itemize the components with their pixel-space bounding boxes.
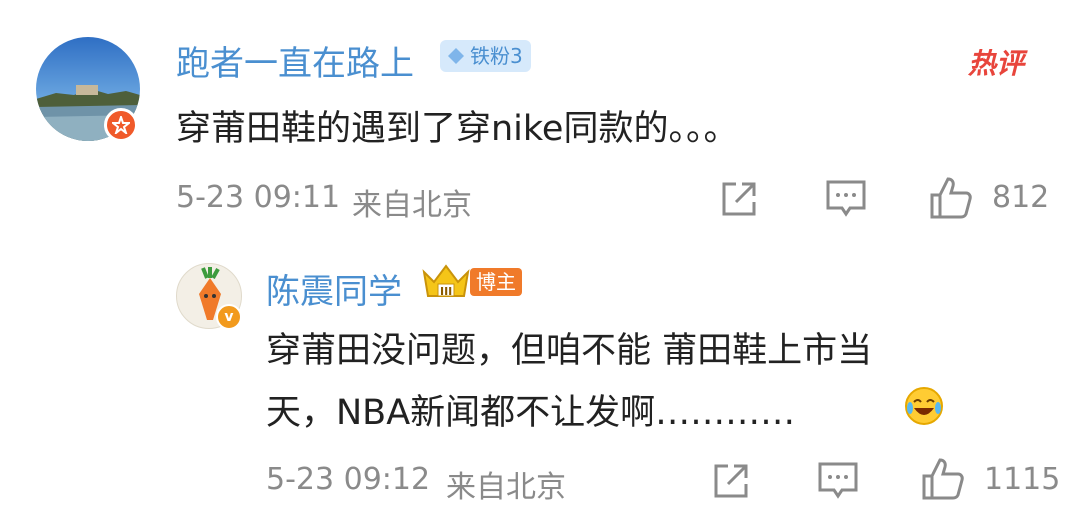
reply-username[interactable]: 陈震同学 [266, 264, 402, 313]
comment-icon[interactable] [816, 460, 860, 506]
diamond-icon [448, 48, 464, 64]
comment-location: 来自北京 [352, 188, 472, 223]
level-label: III [440, 285, 453, 298]
reply-time: 5-23 09:12 [266, 462, 431, 497]
hot-comment-label: 热评 [968, 47, 1025, 80]
comment-icon[interactable] [824, 178, 868, 224]
fan-badge[interactable]: 铁粉3 [440, 40, 531, 72]
thumbs-up-icon[interactable] [920, 456, 966, 506]
comment-text: 穿莆田鞋的遇到了穿nike同款的。。。 [176, 109, 739, 149]
comment-time: 5-23 09:11 [176, 180, 341, 215]
blogger-badge[interactable]: 博主 [470, 268, 522, 296]
verified-badge-icon: v [216, 304, 242, 330]
reply-location: 来自北京 [446, 470, 566, 505]
reply-text-line2: 天，NBA新闻都不让发啊………… [266, 393, 796, 433]
fan-badge-label: 铁粉3 [470, 44, 523, 68]
laughing-crying-emoji-icon [904, 386, 944, 430]
like-count: 812 [992, 180, 1050, 215]
reply-like-count: 1115 [984, 462, 1061, 497]
share-icon[interactable] [710, 460, 752, 506]
reply-text-line1: 穿莆田没问题，但咱不能 莆田鞋上市当 [266, 331, 873, 371]
verified-badge-icon [104, 108, 138, 142]
crown-icon [420, 262, 472, 306]
share-icon[interactable] [718, 178, 760, 224]
comment-username[interactable]: 跑者一直在路上 [176, 36, 414, 85]
thumbs-up-icon[interactable] [928, 175, 974, 225]
